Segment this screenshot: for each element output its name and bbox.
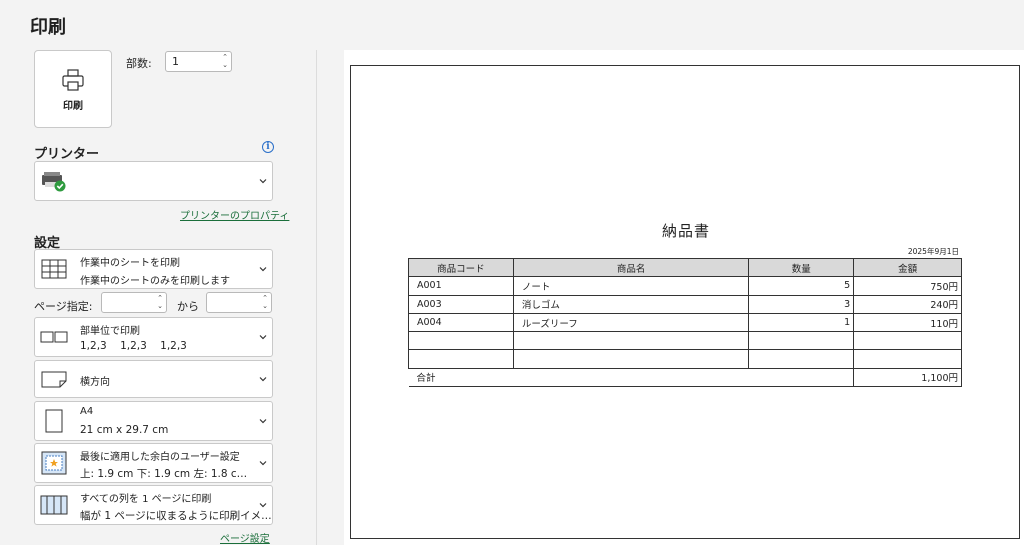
chevron-down-icon: [259, 419, 267, 424]
chevron-down-icon: [259, 377, 267, 382]
table-row: [408, 349, 962, 369]
page-from-input[interactable]: ⌃ ⌄: [101, 292, 167, 313]
header-qty: 数量: [748, 257, 855, 278]
cell-qty: [748, 331, 855, 351]
collate-main: 部単位で印刷: [80, 326, 140, 337]
table-row: [408, 331, 962, 351]
margins-icon: [39, 450, 69, 476]
cell-name: ノート: [512, 276, 750, 296]
panel-divider: [316, 50, 317, 545]
landscape-page-icon: [39, 366, 69, 392]
table-header-row: 商品コード 商品名 数量 金額: [408, 257, 962, 278]
cell-code: A001: [408, 276, 514, 296]
printer-properties-link[interactable]: プリンターのプロパティ: [180, 207, 289, 222]
cell-amount: [853, 349, 962, 369]
copies-label: 部数:: [126, 57, 152, 70]
cell-name: ルーズリーフ: [512, 312, 750, 333]
chevron-down-icon: [259, 335, 267, 340]
printer-heading: プリンター: [34, 147, 100, 162]
cell-amount: 750円: [853, 276, 962, 296]
collate-select[interactable]: 部単位で印刷 1,2,3 1,2,3 1,2,3: [34, 317, 273, 357]
header-amount: 金額: [853, 257, 962, 278]
cell-qty: 5: [748, 276, 855, 296]
print-what-select[interactable]: 作業中のシートを印刷 作業中のシートのみを印刷します: [34, 249, 273, 289]
page-title: 印刷: [30, 17, 66, 38]
margins-select[interactable]: 最後に適用した余白のユーザー設定 上: 1.9 cm 下: 1.9 cm 左: …: [34, 443, 273, 483]
orientation-main: 横方向: [80, 377, 110, 388]
printer-status-icon: [39, 168, 69, 194]
print-what-sub: 作業中のシートのみを印刷します: [80, 276, 230, 287]
cell-qty: 1: [748, 312, 855, 333]
cell-qty: [748, 349, 855, 369]
cell-amount: 240円: [853, 294, 962, 314]
pages-to-label: から: [177, 300, 199, 313]
chevron-down-icon: [259, 179, 267, 184]
preview-page: 納品書 2025年9月1日 商品コード 商品名 数量 金額 A001 ノート 5…: [350, 65, 1020, 539]
page-to-spinner[interactable]: ⌃ ⌄: [262, 294, 268, 310]
total-amount: 1,100円: [853, 367, 962, 388]
portrait-page-icon: [39, 408, 69, 434]
paper-size-select[interactable]: A4 21 cm x 29.7 cm: [34, 401, 273, 441]
sheet-grid-icon: [39, 256, 69, 282]
document-title: 納品書: [661, 222, 710, 240]
print-button[interactable]: 印刷: [34, 50, 112, 128]
header-code: 商品コード: [408, 257, 514, 278]
total-label: 合計: [408, 367, 854, 388]
margins-sub: 上: 1.9 cm 下: 1.9 cm 左: 1.8 c…: [80, 468, 248, 480]
total-row: 合計 1,100円: [408, 367, 962, 388]
table-row: A003 消しゴム 3 240円: [408, 294, 962, 314]
table-row: A001 ノート 5 750円: [408, 276, 962, 296]
chevron-down-icon: [259, 461, 267, 466]
pages-label: ページ指定:: [34, 300, 93, 313]
info-icon[interactable]: i: [262, 141, 274, 153]
table-row: A004 ルーズリーフ 1 110円: [408, 312, 962, 333]
cell-qty: 3: [748, 294, 855, 314]
cell-amount: [853, 331, 962, 351]
cell-name: [512, 331, 750, 351]
page-setup-link[interactable]: ページ設定: [220, 530, 270, 545]
fit-columns-icon: [39, 492, 69, 518]
cell-code: A004: [408, 312, 514, 333]
copies-spinner[interactable]: ⌃ ⌄: [222, 53, 228, 69]
margins-main: 最後に適用した余白のユーザー設定: [80, 452, 240, 463]
scaling-select[interactable]: すべての列を 1 ページに印刷 幅が 1 ページに収まるように印刷イメ…: [34, 485, 273, 525]
header-name: 商品名: [512, 257, 750, 278]
print-button-label: 印刷: [63, 100, 83, 112]
cell-name: 消しゴム: [512, 294, 750, 314]
printer-select[interactable]: [34, 161, 273, 201]
cell-code: [408, 349, 514, 369]
cell-amount: 110円: [853, 312, 962, 333]
print-what-main: 作業中のシートを印刷: [80, 258, 180, 269]
cell-name: [512, 349, 750, 369]
cell-code: A003: [408, 294, 514, 314]
collate-icon: [39, 324, 69, 350]
page-to-input[interactable]: ⌃ ⌄: [206, 292, 272, 313]
scaling-main: すべての列を 1 ページに印刷: [80, 494, 212, 505]
scaling-sub: 幅が 1 ページに収まるように印刷イメ…: [80, 510, 272, 522]
collate-sub: 1,2,3 1,2,3 1,2,3: [80, 340, 187, 352]
cell-code: [408, 331, 514, 351]
printer-icon: [62, 68, 84, 91]
invoice-table: 商品コード 商品名 数量 金額 A001 ノート 5 750円 A003 消しゴ…: [408, 257, 962, 388]
orientation-select[interactable]: 横方向: [34, 360, 273, 398]
copies-value: 1: [172, 55, 179, 68]
chevron-down-icon: [259, 503, 267, 508]
copies-input[interactable]: 1 ⌃ ⌄: [165, 51, 232, 72]
paper-size-main: A4: [80, 406, 94, 417]
page-from-spinner[interactable]: ⌃ ⌄: [157, 294, 163, 310]
chevron-down-icon: [259, 267, 267, 272]
document-date: 2025年9月1日: [907, 247, 959, 256]
paper-size-sub: 21 cm x 29.7 cm: [80, 424, 169, 436]
